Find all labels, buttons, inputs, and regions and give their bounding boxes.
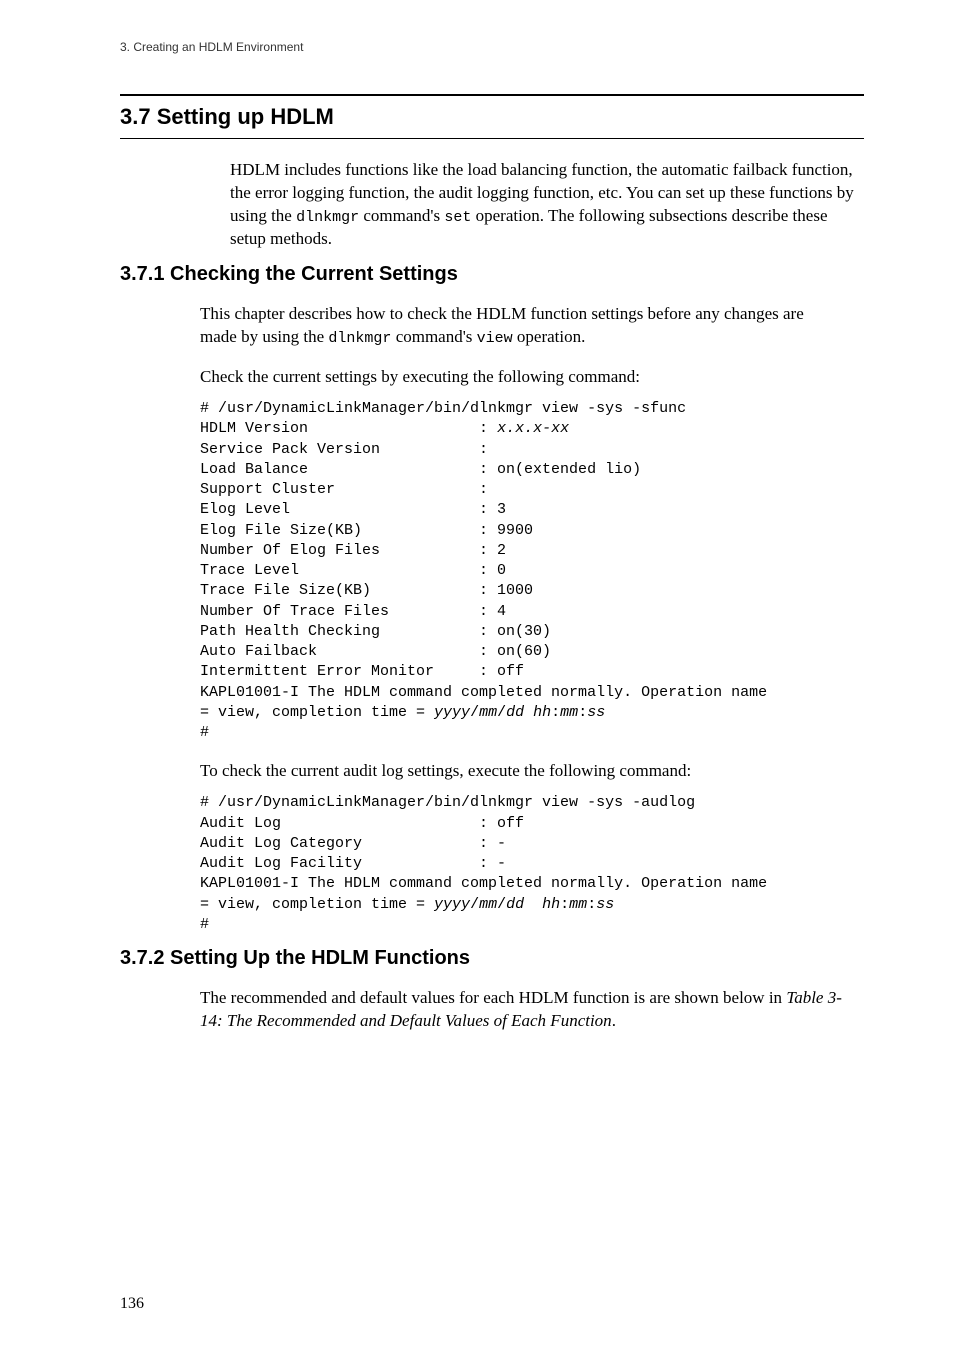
page-number: 136 (120, 1295, 144, 1313)
code2-mm2: mm (569, 896, 587, 913)
code2-ss: ss (596, 896, 614, 913)
code1-pre: # /usr/DynamicLinkManager/bin/dlnkmgr vi… (200, 400, 686, 437)
code1-mid: Service Pack Version : Load Balance : on… (200, 441, 776, 721)
code1-colon2: : (578, 704, 587, 721)
code2-colon2: : (587, 896, 596, 913)
inline-code-set: set (444, 209, 471, 226)
p4-text-1: The recommended and default values for e… (200, 988, 786, 1007)
code1-mm2: mm (560, 704, 578, 721)
intro-paragraph: HDLM includes functions like the load ba… (230, 159, 864, 251)
inline-code-view: view (477, 330, 513, 347)
code1-slash2: / (497, 704, 506, 721)
code1-colon1: : (551, 704, 560, 721)
code2-end: # (200, 916, 209, 933)
code2-yyyy: yyyy (434, 896, 470, 913)
code1-yyyy: yyyy (434, 704, 470, 721)
paragraph-3: To check the current audit log settings,… (200, 760, 844, 783)
subsection-heading-1: 3.7.1 Checking the Current Settings (120, 263, 864, 286)
code-block-2: # /usr/DynamicLinkManager/bin/dlnkmgr vi… (200, 793, 864, 935)
inline-code-dlnkmgr-2: dlnkmgr (328, 330, 391, 347)
code1-dd: dd (506, 704, 524, 721)
code1-space (524, 704, 533, 721)
code2-slash1: / (470, 896, 479, 913)
page-container: 3. Creating an HDLM Environment 3.7 Sett… (0, 0, 954, 1351)
paragraph-4: The recommended and default values for e… (200, 987, 844, 1033)
section-heading: 3.7 Setting up HDLM (120, 104, 334, 129)
section-heading-rule: 3.7 Setting up HDLM (120, 94, 864, 139)
intro-text-2: command's (359, 206, 444, 225)
code2-mm: mm (479, 896, 497, 913)
code2-slash2: / (497, 896, 506, 913)
paragraph-2: Check the current settings by executing … (200, 366, 844, 389)
code1-end: # (200, 724, 209, 741)
p1-text-2: command's (391, 327, 476, 346)
code1-slash1: / (470, 704, 479, 721)
p1-text-3: operation. (513, 327, 586, 346)
p4-text-2: . (612, 1011, 616, 1030)
code1-ss: ss (587, 704, 605, 721)
code2-colon1: : (560, 896, 569, 913)
code1-mm: mm (479, 704, 497, 721)
code1-hh: hh (533, 704, 551, 721)
code2-space (524, 896, 542, 913)
code2-dd: dd (506, 896, 524, 913)
inline-code-dlnkmgr: dlnkmgr (296, 209, 359, 226)
running-header: 3. Creating an HDLM Environment (120, 40, 864, 54)
code2-hh: hh (542, 896, 560, 913)
code-block-1: # /usr/DynamicLinkManager/bin/dlnkmgr vi… (200, 399, 864, 743)
code1-version: x.x.x-xx (497, 420, 569, 437)
paragraph-1: This chapter describes how to check the … (200, 303, 844, 349)
subsection-heading-2: 3.7.2 Setting Up the HDLM Functions (120, 947, 864, 970)
